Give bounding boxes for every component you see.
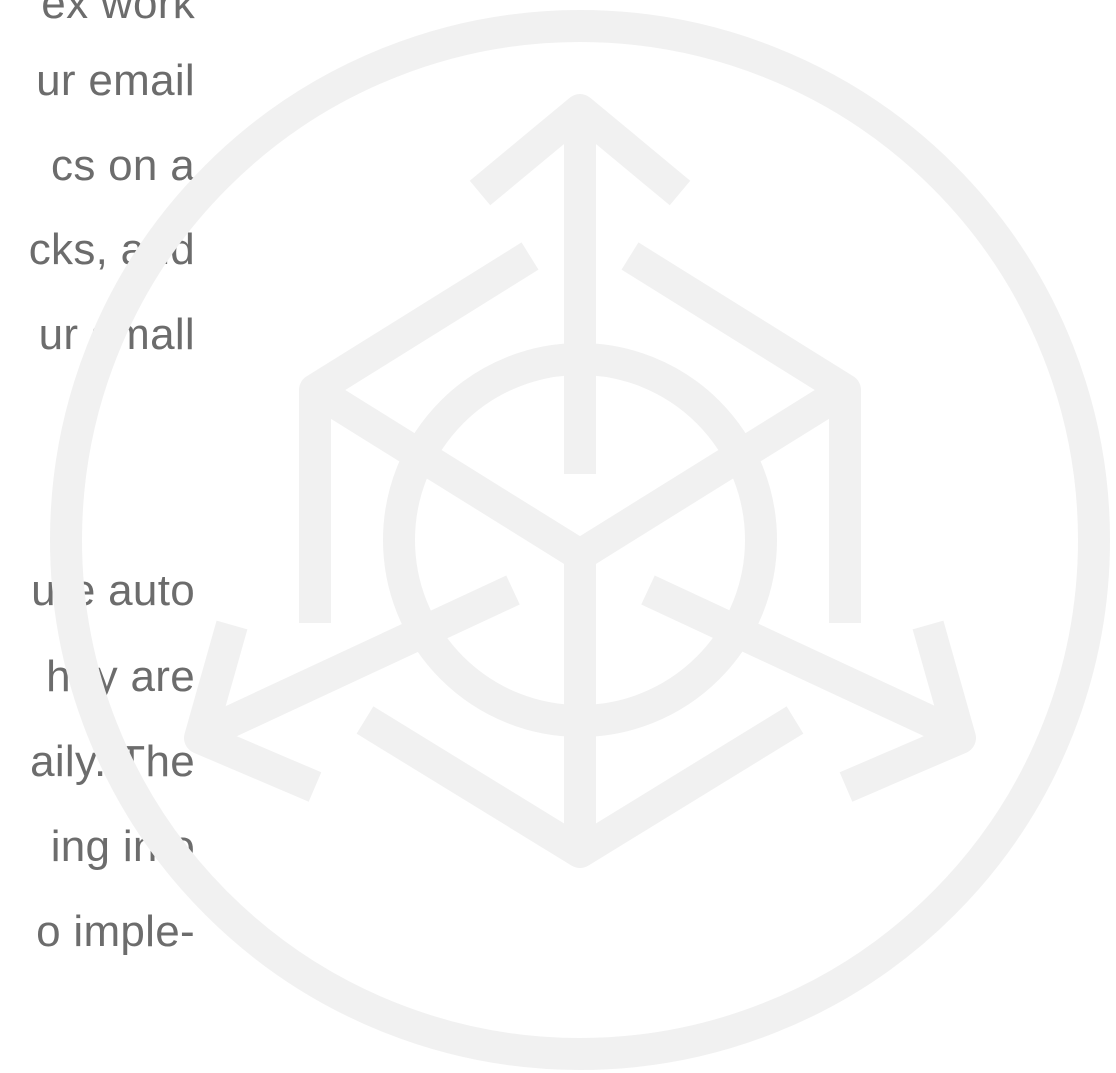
page: ex work ur email cs on a cks, and ur sma… [0,0,1116,1073]
cube-network-icon [50,10,1110,1070]
